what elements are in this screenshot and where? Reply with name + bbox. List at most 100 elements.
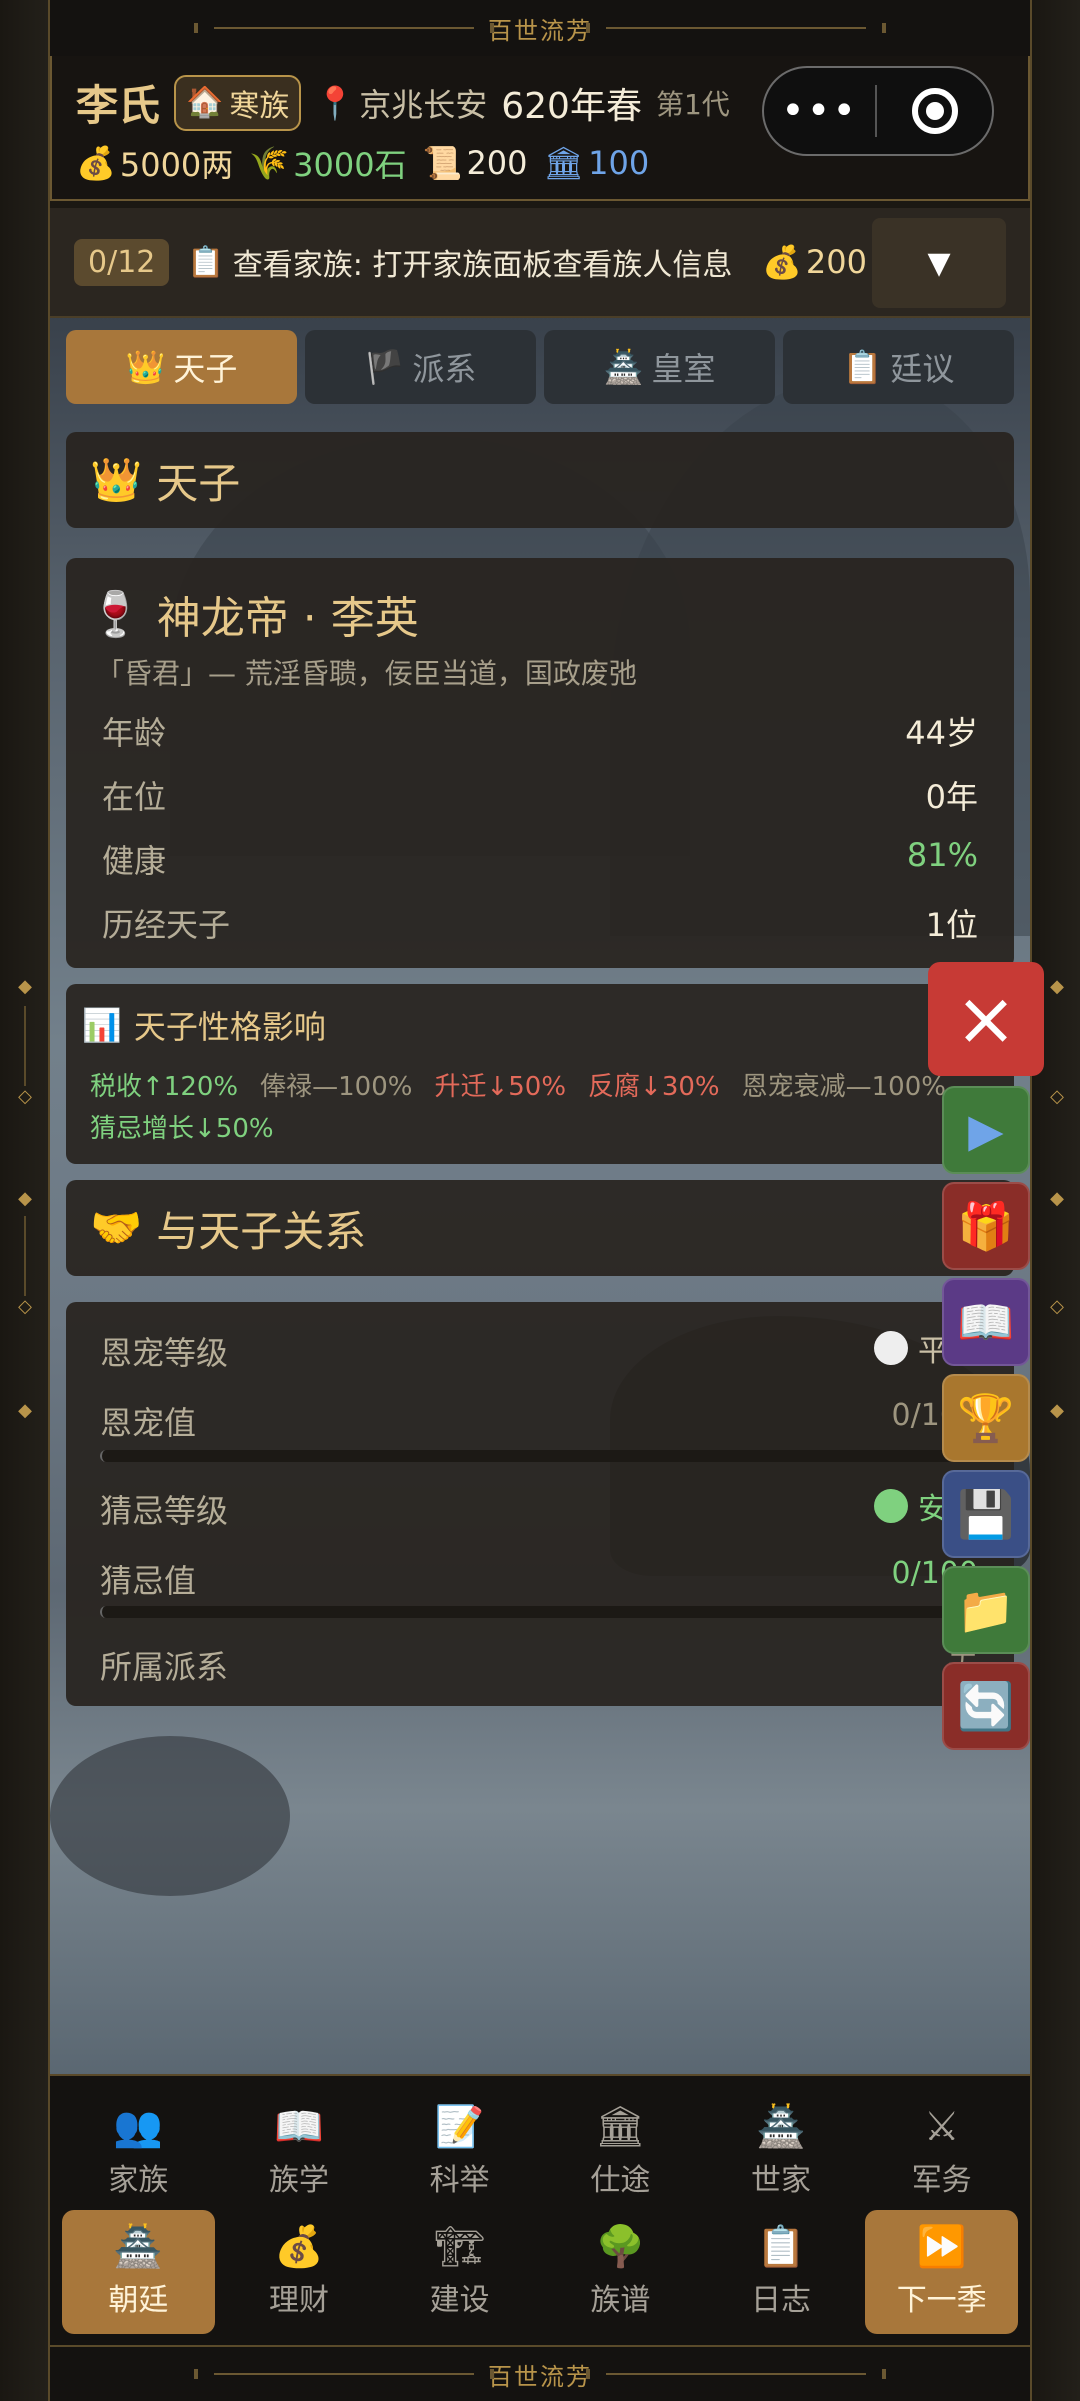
tab-label: 天子 [173,350,238,388]
diamond-outline-ornament-icon: ◇ [18,1086,32,1107]
banner-rule [194,2369,494,2379]
play-button[interactable]: ▶ [942,1086,1030,1174]
tab-court-debate[interactable]: 📋 廷议 [783,330,1014,404]
crown-icon: 👑 [90,455,143,504]
quest-bar[interactable]: 0/12 📋 查看家族: 打开家族面板查看族人信息 💰 200 ▼ [50,208,1030,318]
save-icon: 💾 [957,1486,1015,1541]
quest-reward: 💰 200 [762,243,867,281]
family-name: 李氏 [76,81,161,130]
relation-section-header: 🤝 与天子关系 [66,1180,1014,1276]
banner-rule [586,2369,886,2379]
trait-line-2: 猜忌增长↓50% [90,1108,274,1145]
court-tabs: 👑 天子 🏴 派系 🏯 皇室 📋 廷议 [66,330,1014,404]
nav-item-career[interactable]: 🏛 仕途 [544,2090,697,2214]
favor-value-label: 恩宠值 [100,1404,197,1442]
close-button[interactable]: × [928,962,1044,1076]
section-heading: 🤝 与天子关系 [66,1180,1014,1276]
crown-icon: 👑 [125,348,166,386]
next-season-button[interactable]: ⏩ 下一季 [865,2210,1019,2334]
pin-icon: 📍 [315,83,356,122]
trophy-button[interactable]: 🏆 [942,1374,1030,1462]
construction-icon: 🏗 [434,2224,486,2270]
faction-label: 所属派系 [100,1648,229,1686]
grain-icon: 🌾 [249,144,290,182]
nav-item-log[interactable]: 📋 日志 [705,2210,858,2334]
nav-label: 建设 [429,2283,490,2318]
memo-icon: 📝 [434,2104,485,2150]
quest-text: 查看家族: 打开家族面板查看族人信息 [232,248,733,283]
tab-faction[interactable]: 🏴 派系 [305,330,536,404]
bar-chart-icon: 📊 [82,1006,122,1044]
palace-icon: 🏯 [603,348,644,386]
money-value: 5000两 [119,146,234,184]
more-dots-icon: ••• [781,88,858,134]
left-rail: ◆ ◇ ◆ ◇ ◆ [0,0,50,2401]
nav-label: 仕途 [590,2163,651,2198]
save-button[interactable]: 💾 [942,1470,1030,1558]
book-button[interactable]: 📖 [942,1278,1030,1366]
stat-label: 在位 [102,778,167,816]
trophy-icon: 🏆 [957,1390,1015,1445]
exit-miniprogram-button[interactable] [877,88,992,134]
nav-label: 世家 [751,2163,812,2198]
stat-row-age: 年龄 44岁 [102,708,978,754]
tab-royal-family[interactable]: 🏯 皇室 [544,330,775,404]
diamond-ornament-icon: ◆ [1050,1400,1064,1421]
section-heading: 👑 天子 [66,432,1014,528]
nav-item-exam[interactable]: 📝 科举 [383,2090,536,2214]
government-icon: 🏛 [594,2104,646,2150]
quest-expand-button[interactable]: ▼ [872,218,1006,308]
stat-label: 历经天子 [102,906,231,944]
resource-row: 💰 5000两 🌾 3000石 📜 200 🏛 100 [76,140,649,186]
quest-progress: 0/12 [74,238,170,286]
nav-label: 族学 [269,2163,329,2198]
stat-row-reign: 在位 0年 [102,772,978,818]
nav-label: 下一季 [896,2283,987,2318]
nav-label: 日志 [751,2283,812,2318]
diamond-ornament-icon: ◆ [18,976,32,997]
banner-title: 百世流芳 [488,16,592,45]
gift-button[interactable]: 🎁 [942,1182,1030,1270]
nav-item-noble-houses[interactable]: 🏯 世家 [705,2090,858,2214]
grain-value: 3000石 [293,146,407,184]
government-icon: 🏛 [543,144,585,182]
clipboard-icon: 📋 [756,2224,806,2270]
power-value: 100 [588,144,650,182]
banner-title: 百世流芳 [488,2362,592,2391]
nav-item-military[interactable]: ⚔ 军务 [865,2090,1018,2214]
relation-card: 恩宠等级 平常 恩宠值 0/100 猜忌等级 安稳 猜忌值 0/100 所属派系… [66,1302,1014,1706]
stat-row-emperors: 历经天子 1位 [102,900,978,946]
nav-item-genealogy[interactable]: 🌳 族谱 [544,2210,697,2334]
right-rail: ◆ ◇ ◆ ◇ ◆ [1030,0,1080,2401]
main-frame: 李氏 🏠 寒族 📍 京兆长安 620年春 第1代 💰 5000两 🌾 3000石 [50,56,1030,2345]
nav-item-clan-school[interactable]: 📖 族学 [223,2090,376,2214]
diamond-ornament-icon: ◆ [1050,976,1064,997]
more-menu-button[interactable]: ••• [764,88,875,134]
section-title: 天子 [156,458,241,508]
diamond-ornament-icon: ◆ [18,1400,32,1421]
money-bag-icon: 💰 [76,144,116,182]
load-button[interactable]: 📁 [942,1566,1030,1654]
status-dot-icon [874,1331,908,1365]
triangle-down-icon: ▼ [927,245,951,281]
rank-badge[interactable]: 🏠 寒族 [174,74,302,131]
play-icon: ▶ [968,1103,1004,1157]
trait-effect: 恩宠衰减—100% [741,1072,946,1102]
nav-label: 族谱 [590,2283,651,2318]
refresh-button[interactable]: 🔄 [942,1662,1030,1750]
nav-item-finance[interactable]: 💰 理财 [223,2210,376,2334]
nav-row-2: 🏯 朝廷 💰 理财 🏗 建设 🌳 族谱 📋 日志 ⏩ 下一季 [58,2210,1022,2334]
nav-item-family[interactable]: 👥 家族 [62,2090,215,2214]
crossed-swords-icon: ⚔ [923,2104,960,2150]
trait-effect: 税收↑120% [90,1072,239,1102]
clipboard-icon: 📋 [187,244,225,280]
nav-item-build[interactable]: 🏗 建设 [383,2210,536,2334]
diamond-outline-ornament-icon: ◇ [18,1296,32,1317]
nav-item-court[interactable]: 🏯 朝廷 [62,2210,215,2334]
rank-label: 寒族 [229,88,290,124]
generation: 第1代 [655,87,730,121]
tab-emperor[interactable]: 👑 天子 [66,330,297,404]
power-resource: 🏛 100 [544,144,650,182]
trait-title: 天子性格影响 [133,1008,326,1046]
book-icon: 📖 [274,2104,324,2150]
